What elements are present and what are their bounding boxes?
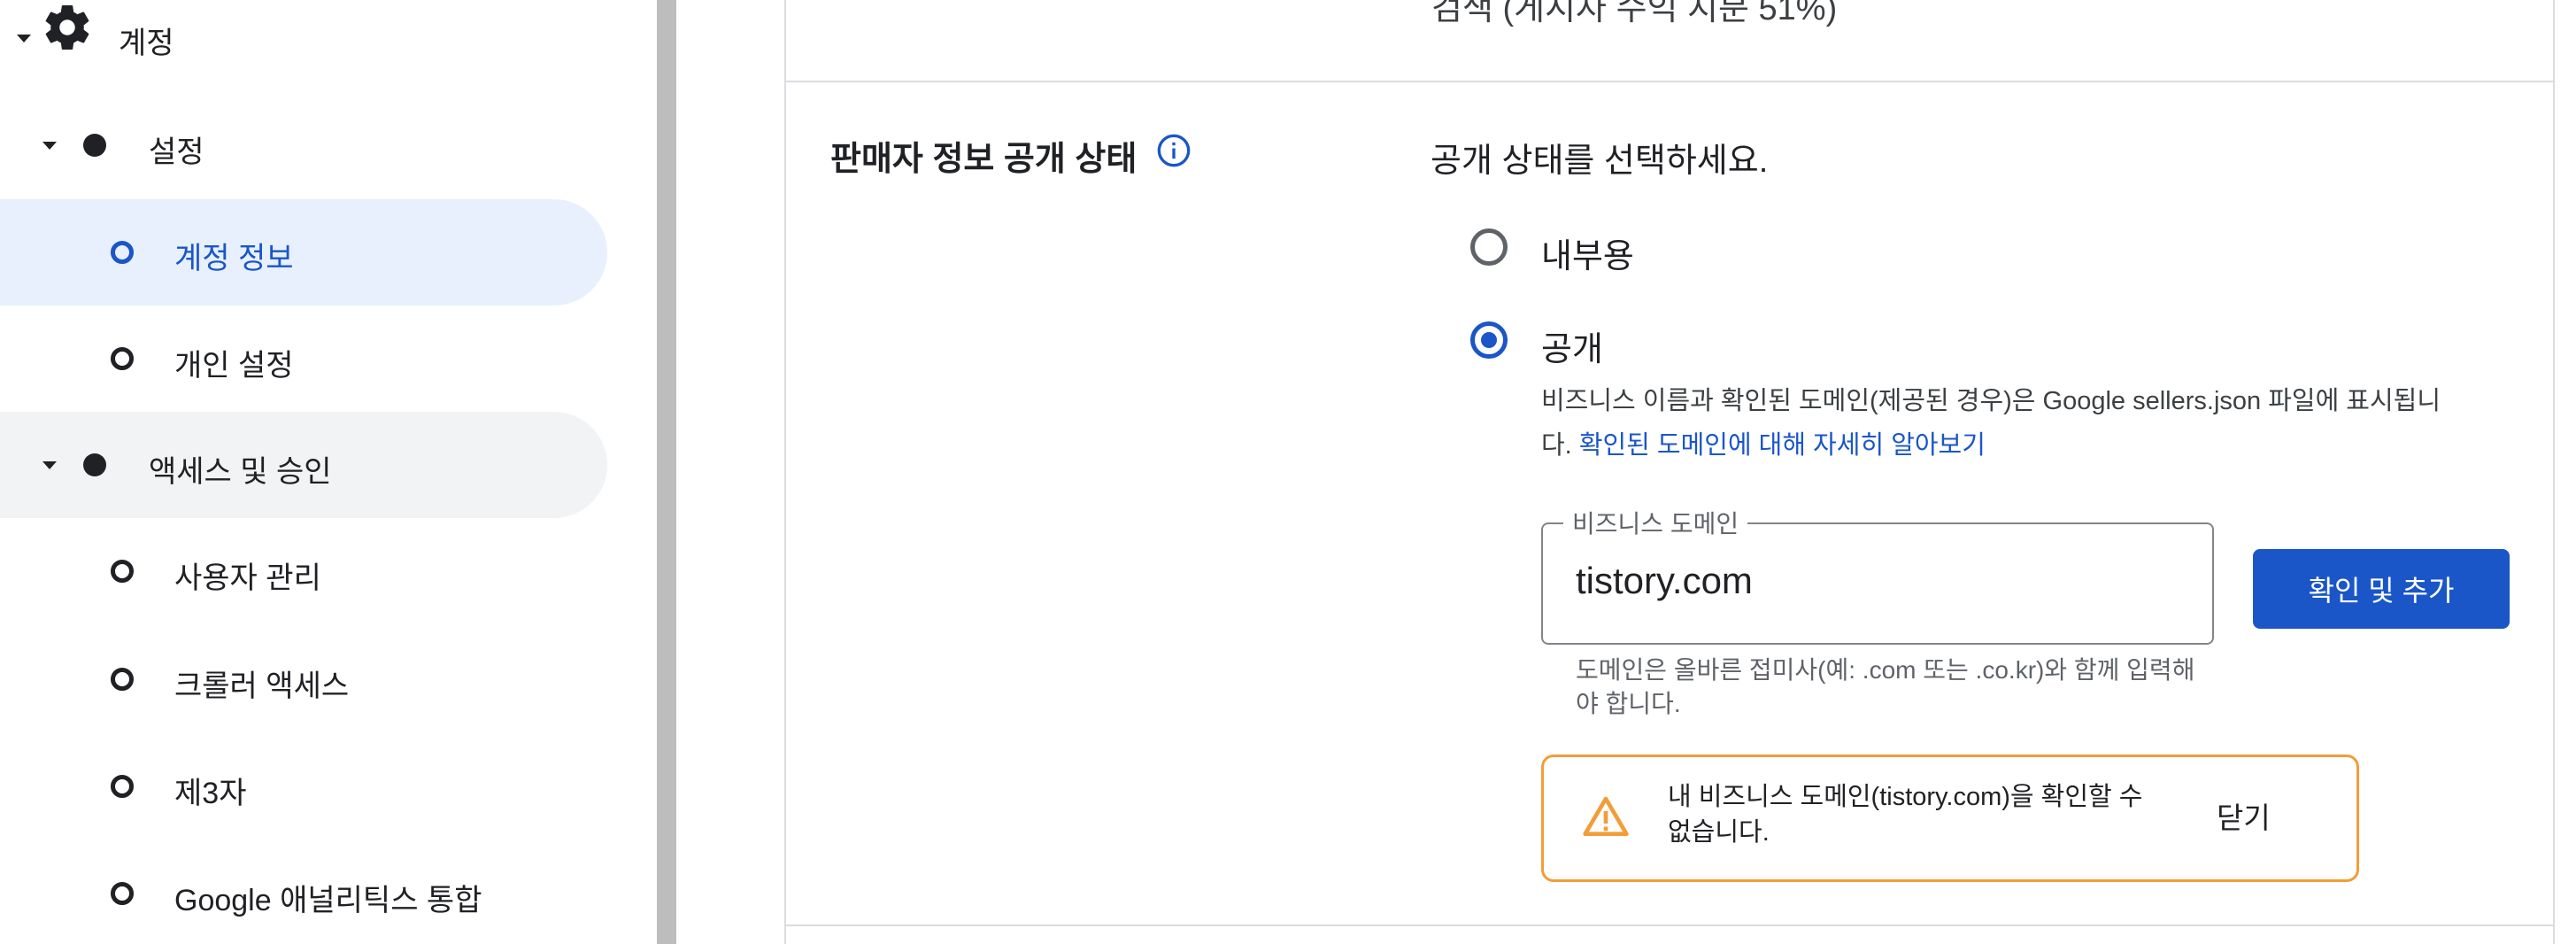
card-border-right <box>2553 0 2555 944</box>
learn-more-link[interactable]: 확인된 도메인에 대해 자세히 알아보기 <box>1579 431 1986 460</box>
caret-down-icon <box>42 461 57 469</box>
alert-message: 내 비즈니스 도메인(tistory.com)을 확인할 수 없습니다. <box>1668 783 2143 847</box>
sidebar-scrollbar[interactable] <box>657 0 676 944</box>
section-divider <box>784 81 2555 82</box>
bullet-ring-icon <box>111 668 134 691</box>
bullet-ring-icon <box>111 882 134 905</box>
sidebar-item-settings[interactable]: 설정 <box>0 92 655 198</box>
section-divider <box>784 925 2555 926</box>
radio-internal-label[interactable]: 내부용 <box>1541 228 1634 277</box>
bullet-ring-icon <box>111 347 134 370</box>
sidebar: 계정 설정 계정 정보 개인 설정 액세스 및 승인 사용자 관리 크롤러 액세… <box>0 0 655 944</box>
sidebar-item-label: 개인 설정 <box>174 349 294 383</box>
caret-down-icon <box>42 142 57 150</box>
sidebar-item-label: Google 애널리틱스 통합 <box>174 884 482 917</box>
bullet-filled-icon <box>83 453 106 476</box>
sidebar-item-user-management[interactable]: 사용자 관리 <box>0 518 607 624</box>
sidebar-item-third-party[interactable]: 제3자 <box>0 731 607 837</box>
main-content: 검색 (게시자 수익 지분 51%) 판매자 정보 공개 상태 공개 상태를 선… <box>676 0 2576 944</box>
sidebar-item-label: 설정 <box>149 135 204 169</box>
radio-public-label[interactable]: 공개 <box>1541 321 1603 370</box>
sidebar-item-access-approval[interactable]: 액세스 및 승인 <box>0 412 607 518</box>
bullet-ring-icon <box>111 775 134 798</box>
caret-down-icon <box>17 35 31 43</box>
sidebar-item-label: 사용자 관리 <box>174 561 321 595</box>
alert-close-button[interactable]: 닫기 <box>2217 794 2271 837</box>
sidebar-item-account-info[interactable]: 계정 정보 <box>0 199 607 306</box>
sidebar-item-label: 계정 정보 <box>174 242 294 275</box>
business-domain-input[interactable] <box>1576 560 2195 602</box>
warning-icon <box>1583 796 1629 836</box>
bullet-ring-icon <box>111 241 134 264</box>
bullet-filled-icon <box>83 134 106 157</box>
sidebar-item-label: 액세스 및 승인 <box>149 455 332 489</box>
section-title: 판매자 정보 공개 상태 <box>830 141 1138 178</box>
info-icon[interactable] <box>1156 133 1192 168</box>
card-border-left <box>784 0 786 944</box>
sidebar-item-label: 제3자 <box>174 777 247 810</box>
radio-public[interactable] <box>1470 321 1508 359</box>
public-description: 비즈니스 이름과 확인된 도메인(제공된 경우)은 Google sellers… <box>1541 379 2462 468</box>
sidebar-item-label: 계정 <box>119 27 174 60</box>
visibility-prompt: 공개 상태를 선택하세요. <box>1431 143 1769 180</box>
sidebar-item-crawler-access[interactable]: 크롤러 액세스 <box>0 624 607 731</box>
bullet-ring-icon <box>111 560 134 583</box>
sidebar-item-account[interactable]: 계정 <box>0 0 655 91</box>
verify-add-button[interactable]: 확인 및 추가 <box>2253 549 2510 629</box>
business-domain-label: 비즈니스 도메인 <box>1563 505 1748 540</box>
sidebar-item-personal-settings[interactable]: 개인 설정 <box>0 306 607 412</box>
revenue-share-text: 검색 (게시자 수익 지분 51%) <box>1431 0 1838 27</box>
sidebar-item-analytics[interactable]: Google 애널리틱스 통합 <box>0 837 607 943</box>
business-domain-hint: 도메인은 올바른 접미사(예: .com 또는 .co.kr)와 함께 입력해야… <box>1576 656 2195 717</box>
sidebar-item-label: 크롤러 액세스 <box>174 669 350 703</box>
radio-internal[interactable] <box>1470 228 1508 266</box>
gear-icon <box>45 5 89 50</box>
